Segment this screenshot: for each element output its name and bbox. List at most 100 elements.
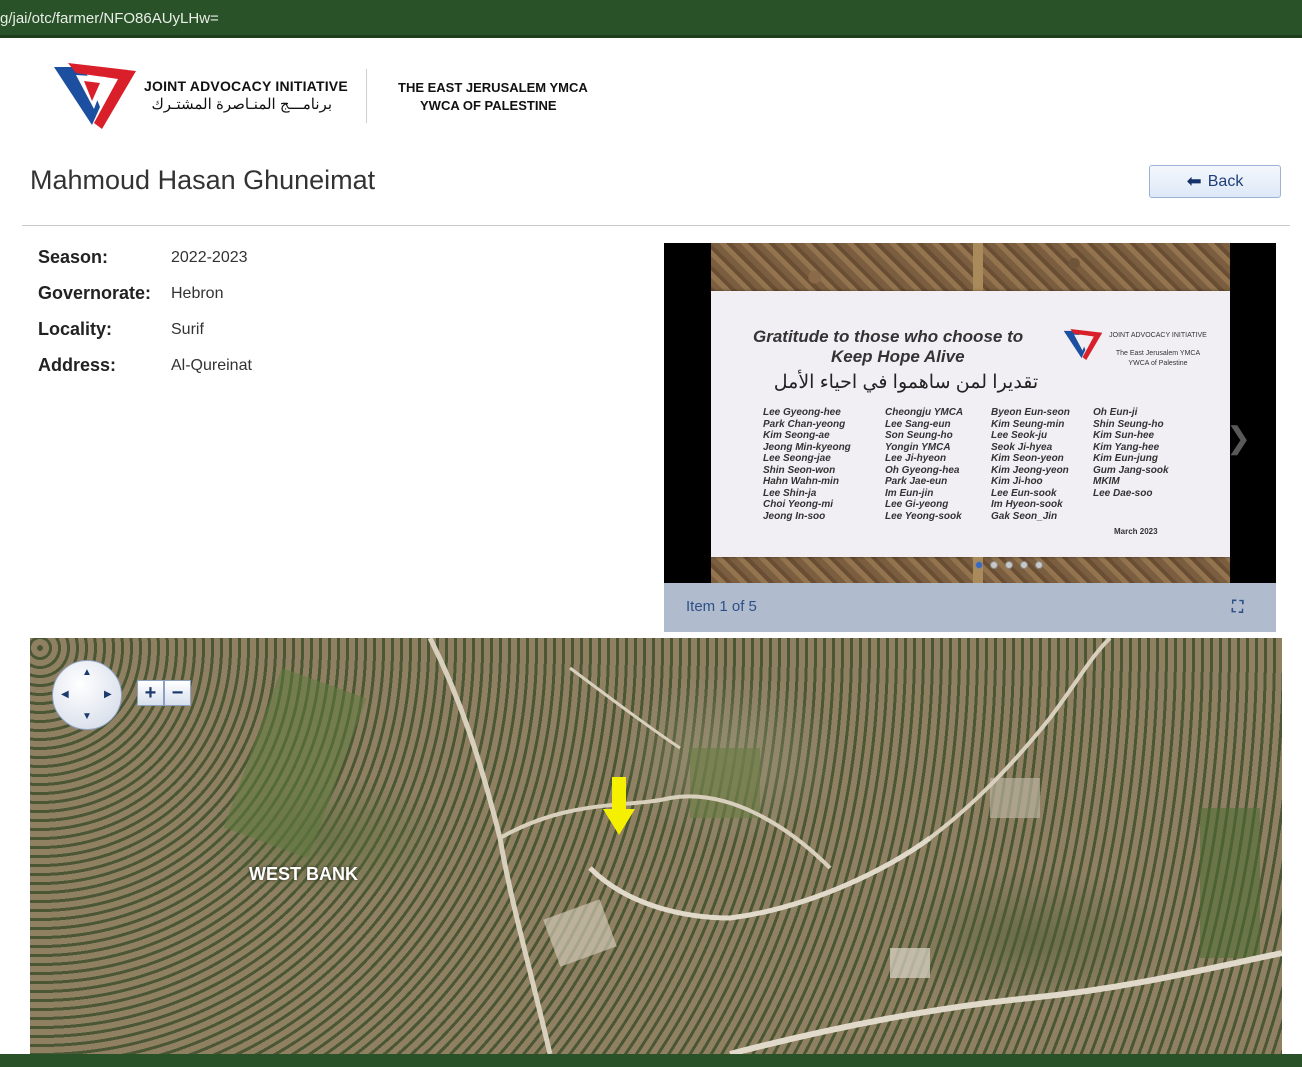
browser-url-bar[interactable]: g/jai/otc/farmer/NFO86AUyLHw= (0, 0, 1302, 38)
sign-org: JOINT ADVOCACY INITIATIVE The East Jerus… (1103, 331, 1213, 369)
sign-name: Kim Seon-yeon (991, 453, 1064, 464)
sign-names-col-3: Byeon Eun-seon Kim Seung-min Lee Seok-ju Se… (991, 407, 1070, 522)
sign-name: Gak Seon_Jin (991, 510, 1058, 522)
sign-logo-icon (1063, 329, 1103, 361)
sign-title-line2: Keep Hope Alive (831, 347, 965, 366)
sign-name: Lee Yeong-sook (885, 510, 962, 522)
sign-names-col-1: Lee Gyeong-hee Park Chan-yeong Kim Seong-a… (763, 407, 851, 522)
carousel-dot[interactable] (1035, 561, 1043, 569)
header-divider (366, 69, 367, 123)
carousel-dot[interactable] (990, 561, 998, 569)
sign-name: Im Hyeon-sook (991, 499, 1063, 510)
sign-stake (973, 243, 983, 291)
sign-name: Lee Gyeong-hee (763, 407, 841, 418)
page-footer-bar (0, 1054, 1302, 1067)
map-terrain (223, 638, 1282, 1054)
sign-name: Lee Eun-sook (991, 487, 1057, 499)
address-value: Al-Qureinat (171, 357, 252, 374)
sign-name: Kim Eun-jung (1093, 453, 1158, 464)
sign-names-col-4: Oh Eun-ji Shin Seung-ho Kim Sun-hee Kim Yan… (1093, 407, 1169, 499)
donor-sign: Gratitude to those who choose to Keep Ho… (711, 291, 1230, 557)
address-label: Address: (38, 355, 117, 375)
sign-title-line1: Gratitude to those who choose to (753, 327, 1024, 346)
sign-name: Oh Gyeong-hea (885, 464, 960, 476)
sign-name: Cheongju YMCA (885, 407, 964, 418)
page-title: Mahmoud Hasan Ghuneimat (30, 165, 376, 195)
sign-name: Kim Yang-hee (1093, 441, 1160, 453)
sign-name: Shin Seung-ho (1093, 418, 1164, 430)
back-button-label: Back (1207, 172, 1244, 190)
sign-name: Yongin YMCA (885, 441, 951, 453)
sign-name: Lee Seok-ju (991, 430, 1048, 441)
sign-name: Lee Gi-yeong (885, 499, 949, 510)
pan-up-icon[interactable]: ▲ (82, 667, 92, 678)
carousel-indicators[interactable] (975, 561, 1043, 569)
sign-name: MKIM (1093, 476, 1120, 487)
fullscreen-icon[interactable]: ⛶ (1232, 599, 1243, 617)
locality-value: Surif (171, 321, 204, 338)
zoom-out-button[interactable]: − (164, 680, 191, 706)
season-value: 2022-2023 (171, 249, 248, 266)
carousel-caption: Item 1 of 5 (686, 598, 757, 615)
season-label: Season: (38, 247, 109, 267)
map-region-label: WEST BANK (249, 864, 358, 884)
sign-name: Lee Shin-ja (763, 487, 817, 499)
sign-name: Son Seung-ho (885, 430, 953, 441)
carousel-dot[interactable] (1005, 561, 1013, 569)
sign-name: Jeong Min-kyeong (763, 441, 851, 453)
url-text[interactable]: g/jai/otc/farmer/NFO86AUyLHw= (0, 10, 219, 27)
sign-org-line3: YWCA of Palestine (1128, 360, 1188, 367)
sign-name: Oh Eun-ji (1093, 407, 1138, 418)
location-marker-icon[interactable] (603, 777, 635, 835)
partner-line-2: YWCA OF PALESTINE (420, 98, 557, 113)
sign-name: Lee Sang-eun (885, 418, 951, 430)
zoom-in-button[interactable]: + (137, 680, 164, 706)
back-arrow-icon: ⬅ (1186, 171, 1202, 191)
governorate-label: Governorate: (38, 283, 152, 303)
sign-name: Im Eun-jin (885, 487, 934, 499)
sign-org-line1: JOINT ADVOCACY INITIATIVE (1109, 332, 1207, 339)
back-button[interactable]: ⬅ Back (1149, 165, 1281, 198)
carousel-caption-bar: Item 1 of 5 ⛶ (664, 583, 1276, 632)
sign-name: Lee Ji-hyeon (885, 453, 947, 464)
partner-line-1: THE EAST JERUSALEM YMCA (398, 80, 588, 95)
sign-name: Byeon Eun-seon (991, 407, 1070, 418)
site-header: JOINT ADVOCACY INITIATIVE برنامـــج المن… (0, 41, 1302, 151)
carousel-dot[interactable] (1020, 561, 1028, 569)
sign-name: Kim Jeong-yeon (991, 464, 1069, 476)
carousel-next-icon[interactable]: ❯ (1226, 421, 1251, 456)
sign-name: Seok Ji-hyea (991, 441, 1053, 453)
org-name-ar: برنامـــج المنـاصرة المشتـرك (151, 96, 332, 113)
sign-date: March 2023 (1114, 527, 1158, 536)
sign-org-line2: The East Jerusalem YMCA (1115, 350, 1201, 357)
pan-right-icon[interactable]: ▶ (104, 689, 112, 700)
sign-name: Kim Ji-hoo (991, 476, 1043, 487)
sign-name: Kim Sun-hee (1093, 430, 1155, 441)
pan-down-icon[interactable]: ▼ (82, 711, 92, 722)
map-zoom-control: + − (137, 680, 191, 706)
map-pan-control[interactable]: ▲ ▼ ◀ ▶ (52, 660, 122, 730)
carousel-dot[interactable] (975, 561, 983, 569)
sign-name: Gum Jang-sook (1093, 464, 1169, 476)
sign-name: Park Chan-yeong (763, 418, 846, 430)
locality-label: Locality: (38, 319, 113, 339)
sign-name: Jeong In-soo (763, 510, 826, 522)
sign-name: Choi Yeong-mi (763, 499, 833, 510)
sign-names-col-2: Cheongju YMCA Lee Sang-eun Son Seung-ho Yon… (885, 407, 963, 522)
photo-carousel[interactable]: Gratitude to those who choose to Keep Ho… (664, 243, 1276, 632)
sign-title-ar: تقديرا لمن ساهموا في احياء الأمل (773, 372, 1039, 393)
sign-name: Kim Seung-min (991, 418, 1065, 430)
pan-left-icon[interactable]: ◀ (61, 689, 69, 700)
sign-name: Kim Seong-ae (763, 430, 830, 441)
sign-name: Lee Seong-jae (763, 453, 831, 464)
sign-name: Hahn Wahn-min (763, 476, 839, 487)
jai-logo-icon (54, 63, 136, 129)
sign-name: Shin Seon-won (763, 464, 836, 476)
governorate-value: Hebron (171, 285, 224, 302)
sign-name: Park Jae-eun (885, 476, 948, 487)
title-divider (22, 225, 1290, 226)
org-name-en: JOINT ADVOCACY INITIATIVE (144, 78, 348, 94)
sign-name: Lee Dae-soo (1093, 487, 1153, 499)
carousel-photo: Gratitude to those who choose to Keep Ho… (711, 243, 1230, 583)
satellite-map[interactable]: ▲ ▼ ◀ ▶ + − WEST BANK (30, 638, 1282, 1054)
